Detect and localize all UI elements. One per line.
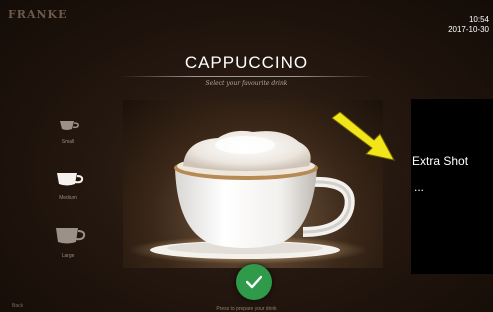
check-icon xyxy=(246,275,262,289)
size-medium-option[interactable]: Medium xyxy=(48,170,88,201)
clock: 10:54 2017-10-30 xyxy=(448,15,489,35)
medium-cup-icon xyxy=(57,173,84,186)
confirm-button[interactable] xyxy=(236,264,272,300)
size-medium-label: Medium xyxy=(59,195,77,201)
large-cup-icon xyxy=(56,228,86,244)
product-title: CAPPUCCINO xyxy=(184,53,309,72)
clock-time: 10:54 xyxy=(468,15,489,24)
size-small-label: Small xyxy=(61,139,75,145)
brand-logo: FRANKE xyxy=(8,8,68,21)
small-cup-icon xyxy=(60,121,79,130)
clock-date: 2017-10-30 xyxy=(448,25,489,34)
size-small-option[interactable]: Small xyxy=(48,118,88,145)
extra-shot-ellipsis: ... xyxy=(414,180,425,194)
size-large-option[interactable]: Large xyxy=(48,226,88,259)
product-subtitle: Select your favourite drink xyxy=(205,80,288,87)
arrow-icon xyxy=(331,112,395,161)
prepare-hint: Press to prepare your drink xyxy=(216,306,277,312)
title-divider xyxy=(120,76,372,77)
coffee-machine-screen: FRANKE 10:54 2017-10-30 CAPPUCCINO Selec… xyxy=(0,0,493,312)
extra-shot-label[interactable]: Extra Shot xyxy=(412,154,468,168)
size-large-label: Large xyxy=(61,253,75,259)
